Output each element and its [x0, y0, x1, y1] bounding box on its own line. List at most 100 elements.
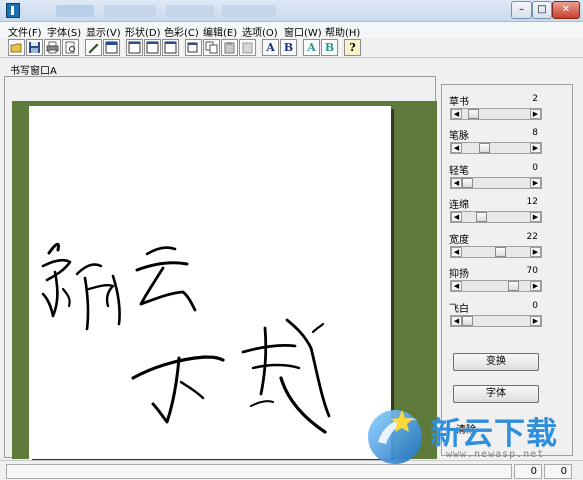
arrow-right-icon[interactable]: ▶: [530, 178, 541, 188]
menu-options[interactable]: 选项(O): [242, 24, 278, 39]
width-slider[interactable]: ◀ ▶: [450, 246, 542, 258]
slider-label: 轻笔: [449, 166, 469, 177]
slider-label: 草书: [449, 97, 469, 108]
font-a-button[interactable]: A: [262, 39, 279, 56]
arrow-left-icon[interactable]: ◀: [451, 316, 462, 326]
slider-value: 0: [532, 301, 538, 311]
toolbar-separator: [299, 40, 300, 56]
stroke-vein-slider[interactable]: ◀ ▶: [450, 142, 542, 154]
app-icon[interactable]: [6, 3, 20, 18]
help-icon: ?: [349, 41, 356, 54]
arrow-left-icon[interactable]: ◀: [451, 178, 462, 188]
arrow-right-icon[interactable]: ▶: [530, 212, 541, 222]
arrow-left-icon[interactable]: ◀: [451, 143, 462, 153]
open-button[interactable]: [8, 39, 25, 56]
color-b-icon: B: [324, 41, 335, 54]
pen-button[interactable]: [85, 39, 102, 56]
layout-button-1[interactable]: [126, 39, 143, 56]
watermark: 新云下载 www.newasp.net: [364, 404, 574, 474]
arrow-right-icon[interactable]: ▶: [530, 316, 541, 326]
font-b-icon: B: [283, 41, 294, 54]
copy-button[interactable]: [203, 39, 220, 56]
color-a-icon: A: [307, 41, 316, 54]
slider-value: 22: [526, 232, 538, 242]
slider-value: 8: [532, 128, 538, 138]
print-button[interactable]: [44, 39, 61, 56]
slider-thumb[interactable]: [479, 143, 491, 153]
slider-label: 抑扬: [449, 269, 469, 280]
document-title: 书写窗口A: [10, 66, 57, 77]
menu-window[interactable]: 窗口(W): [284, 24, 322, 39]
arrow-left-icon[interactable]: ◀: [451, 212, 462, 222]
writing-paper[interactable]: [29, 106, 391, 459]
transform-button[interactable]: 变换: [453, 353, 539, 371]
layout-button-3[interactable]: [162, 39, 179, 56]
slider-value: 12: [526, 197, 538, 207]
paste-button[interactable]: [221, 39, 238, 56]
close-button[interactable]: ✕: [552, 1, 580, 19]
floppy-icon: [29, 42, 40, 53]
slider-thumb[interactable]: [467, 109, 479, 119]
pen-icon: [88, 43, 99, 54]
slider-thumb[interactable]: [476, 212, 488, 222]
arrow-right-icon[interactable]: ▶: [530, 281, 541, 291]
arrow-right-icon[interactable]: ▶: [530, 247, 541, 257]
menu-help[interactable]: 帮助(H): [325, 24, 360, 39]
arrow-left-icon[interactable]: ◀: [451, 247, 462, 257]
newasp-logo-icon: [368, 410, 422, 464]
slider-value: 2: [532, 94, 538, 104]
blurred-tab-2: [104, 5, 156, 17]
slider-thumb[interactable]: [462, 178, 473, 188]
light-stroke-slider[interactable]: ◀ ▶: [450, 177, 542, 189]
menu-font[interactable]: 字体(S): [47, 24, 81, 39]
frame-icon: [146, 41, 159, 54]
menu-bar: 文件(F) 字体(S) 显示(V) 形状(D) 色彩(C) 编辑(E) 选项(O…: [0, 22, 583, 39]
menu-file[interactable]: 文件(F): [8, 24, 42, 39]
maximize-button[interactable]: □: [532, 1, 552, 19]
help-button[interactable]: ?: [344, 39, 361, 56]
blurred-tab-1: [56, 5, 94, 17]
clipboard-button[interactable]: [239, 39, 256, 56]
cadence-slider[interactable]: ◀ ▶: [450, 280, 542, 292]
toolbar-separator: [122, 40, 123, 56]
calligraphy-strokes: [41, 242, 331, 434]
menu-shape[interactable]: 形状(D): [125, 24, 161, 39]
slider-value: 70: [526, 266, 538, 276]
slider-value: 0: [532, 163, 538, 173]
preview-icon: [65, 41, 75, 54]
paste-icon: [224, 42, 235, 54]
slider-thumb[interactable]: [507, 281, 519, 291]
print-preview-button[interactable]: [62, 39, 79, 56]
slider-label: 宽度: [449, 235, 469, 246]
color-a-button[interactable]: A: [303, 39, 320, 56]
arrow-right-icon[interactable]: ▶: [530, 143, 541, 153]
continuity-slider[interactable]: ◀ ▶: [450, 211, 542, 223]
color-b-button[interactable]: B: [321, 39, 338, 56]
slider-thumb[interactable]: [495, 247, 507, 257]
font-button[interactable]: 字体: [453, 385, 539, 403]
flying-white-slider[interactable]: ◀ ▶: [450, 315, 542, 327]
menu-edit[interactable]: 编辑(E): [203, 24, 237, 39]
layout-button-2[interactable]: [144, 39, 161, 56]
menu-view[interactable]: 显示(V): [86, 24, 121, 39]
arrow-left-icon[interactable]: ◀: [451, 281, 462, 291]
slider-label: 连绵: [449, 200, 469, 211]
slider-thumb[interactable]: [462, 316, 473, 326]
minimize-button[interactable]: –: [511, 1, 532, 19]
save-button[interactable]: [26, 39, 43, 56]
arrow-left-icon[interactable]: ◀: [451, 109, 462, 119]
cut-button[interactable]: [185, 39, 202, 56]
cursive-slider[interactable]: ◀ ▶: [450, 108, 542, 120]
frame-icon: [128, 41, 141, 54]
cut-icon: [187, 42, 198, 53]
printer-icon: [46, 41, 59, 54]
parameter-panel: 草书 2 ◀ ▶ 笔脉 8 ◀ ▶ 轻笔 0 ◀ ▶ 连绵 12 ◀ ▶ 宽度 …: [441, 84, 573, 456]
window-view-button[interactable]: [103, 39, 120, 56]
arrow-right-icon[interactable]: ▶: [530, 109, 541, 119]
font-b-button[interactable]: B: [280, 39, 297, 56]
frame-icon: [164, 41, 177, 54]
toolbar-separator: [258, 40, 259, 56]
menu-color[interactable]: 色彩(C): [164, 24, 199, 39]
toolbar-separator: [181, 40, 182, 56]
slider-label: 飞白: [449, 304, 469, 315]
